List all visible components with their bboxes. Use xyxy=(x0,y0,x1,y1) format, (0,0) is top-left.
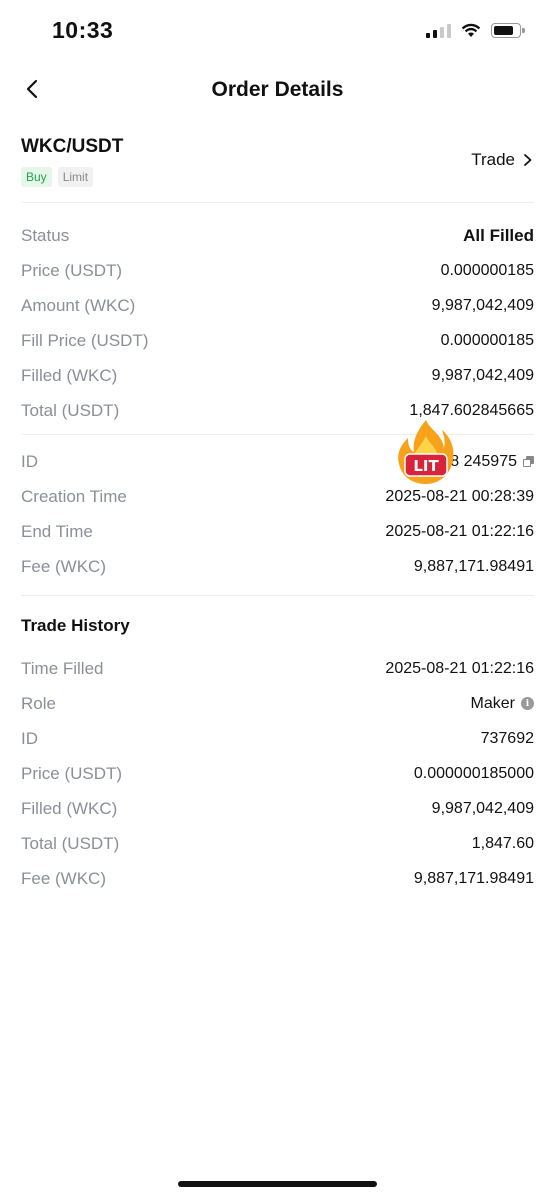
history-row-time-filled: Time Filled 2025-08-21 01:22:16 xyxy=(21,651,534,686)
meta-row-creation-time: Creation Time 2025-08-21 00:28:39 xyxy=(21,479,534,514)
meta-value: 2025-08-21 01:22:16 xyxy=(385,522,534,540)
meta-row-end-time: End Time 2025-08-21 01:22:16 xyxy=(21,514,534,549)
history-row-filled: Filled (WKC) 9,987,042,409 xyxy=(21,791,534,826)
history-label: Total (USDT) xyxy=(21,833,120,853)
meta-row-id: ID 8 245975 xyxy=(21,444,534,479)
history-label: ID xyxy=(21,728,38,748)
history-value: 9,987,042,409 xyxy=(431,799,534,817)
history-value: 737692 xyxy=(480,729,534,747)
history-label: Fee (WKC) xyxy=(21,868,106,888)
detail-label: Fill Price (USDT) xyxy=(21,330,149,350)
history-row-id: ID 737692 xyxy=(21,721,534,756)
meta-label: Creation Time xyxy=(21,486,127,506)
history-label: Filled (WKC) xyxy=(21,798,118,818)
page-title: Order Details xyxy=(211,78,344,101)
meta-label: ID xyxy=(21,451,38,471)
order-type-tag: Limit xyxy=(57,167,94,187)
meta-row-fee: Fee (WKC) 9,887,171.98491 xyxy=(21,549,534,584)
status-time: 10:33 xyxy=(52,17,114,43)
status-icons xyxy=(426,22,525,38)
battery-icon xyxy=(491,22,525,38)
trade-history-title: Trade History xyxy=(21,616,130,635)
detail-label: Filled (WKC) xyxy=(21,365,118,385)
history-row-role: Role Maker i xyxy=(21,686,534,721)
detail-row-total: Total (USDT) 1,847.602845665 xyxy=(21,393,534,428)
detail-value: 1,847.602845665 xyxy=(409,401,534,419)
meta-value: 2025-08-21 00:28:39 xyxy=(385,487,534,505)
detail-label: Status xyxy=(21,225,70,245)
detail-row-filled: Filled (WKC) 9,987,042,409 xyxy=(21,358,534,393)
divider xyxy=(21,202,534,203)
trade-link[interactable]: Trade xyxy=(471,150,533,170)
home-indicator[interactable] xyxy=(178,1181,377,1187)
status-bar: 10:33 xyxy=(0,0,555,62)
detail-label: Amount (WKC) xyxy=(21,295,136,315)
history-value: 0.000000185000 xyxy=(413,764,534,782)
detail-row-price: Price (USDT) 0.000000185 xyxy=(21,253,534,288)
detail-row-amount: Amount (WKC) 9,987,042,409 xyxy=(21,288,534,323)
lit-fire-sticker: LIT xyxy=(398,420,454,484)
order-id-value: 8 245975 xyxy=(450,453,534,471)
detail-row-status: Status All Filled xyxy=(21,218,534,253)
role-value: Maker i xyxy=(471,695,534,713)
divider xyxy=(21,434,534,435)
wifi-icon xyxy=(461,23,481,37)
nav-bar: Order Details xyxy=(0,62,555,120)
history-label: Price (USDT) xyxy=(21,763,123,783)
detail-label: Total (USDT) xyxy=(21,400,120,420)
history-row-price: Price (USDT) 0.000000185000 xyxy=(21,756,534,791)
history-row-fee: Fee (WKC) 9,887,171.98491 xyxy=(21,861,534,896)
cellular-signal-icon xyxy=(426,22,451,38)
trade-link-label: Trade xyxy=(471,150,515,169)
detail-value: 0.000000185 xyxy=(440,331,534,349)
detail-value: 9,987,042,409 xyxy=(431,366,534,384)
detail-row-fill-price: Fill Price (USDT) 0.000000185 xyxy=(21,323,534,358)
detail-value: 0.000000185 xyxy=(440,261,534,279)
meta-label: Fee (WKC) xyxy=(21,556,106,576)
order-tags: Buy Limit xyxy=(21,167,94,187)
history-value: 9,887,171.98491 xyxy=(413,869,534,887)
history-label: Time Filled xyxy=(21,658,104,678)
history-label: Role xyxy=(21,693,56,713)
history-value: 2025-08-21 01:22:16 xyxy=(385,659,534,677)
divider xyxy=(21,595,534,596)
history-value: 1,847.60 xyxy=(471,834,534,852)
detail-label: Price (USDT) xyxy=(21,260,123,280)
info-icon[interactable]: i xyxy=(521,697,534,710)
meta-label: End Time xyxy=(21,521,93,541)
meta-value: 9,887,171.98491 xyxy=(413,557,534,575)
order-id-text: 8 245975 xyxy=(450,452,517,470)
copy-icon[interactable] xyxy=(523,456,534,467)
trading-pair: WKC/USDT xyxy=(21,136,124,157)
role-text: Maker xyxy=(470,694,515,712)
history-row-total: Total (USDT) 1,847.60 xyxy=(21,826,534,861)
side-tag: Buy xyxy=(21,167,52,187)
detail-value: 9,987,042,409 xyxy=(431,296,534,314)
status-value: All Filled xyxy=(463,225,534,245)
chevron-right-icon xyxy=(524,154,532,166)
sticker-text: LIT xyxy=(413,457,439,475)
